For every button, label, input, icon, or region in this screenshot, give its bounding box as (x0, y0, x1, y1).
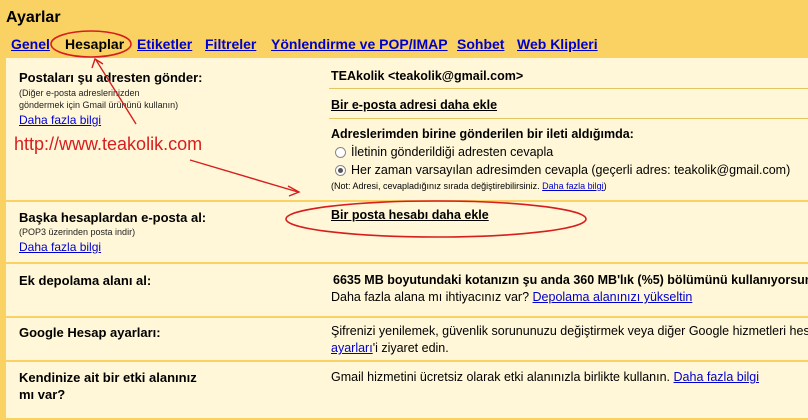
domain-text: Gmail hizmetini ücretsiz olarak etki ala… (331, 370, 671, 384)
pop-label: Başka hesaplardan e-posta al: (19, 210, 207, 225)
send-as-label: Postaları şu adresten gönder: (19, 70, 203, 85)
send-as-row: Postaları şu adresten gönder: (Diğer e-p… (6, 58, 808, 200)
domain-line: Gmail hizmetini ücretsiz olarak etki ala… (331, 370, 759, 384)
reply-option2-label: Her zaman varsayılan adresimden cevapla … (351, 163, 791, 177)
tab-filters[interactable]: Filtreler (205, 36, 256, 52)
pop-more-info-link[interactable]: Daha fazla bilgi (19, 240, 101, 254)
reply-note-more-info-link[interactable]: Daha fazla bilgi (542, 181, 604, 191)
google-account-text2: 'i ziyaret edin. (372, 341, 449, 355)
tab-chat[interactable]: Sohbet (457, 36, 504, 52)
domain-row: Kendinize ait bir etki alanınız mı var? … (6, 360, 808, 420)
reply-note-text: (Not: Adresi, cevapladığınız sırada deği… (331, 181, 540, 191)
storage-label: Ek depolama alanı al: (19, 273, 152, 288)
storage-row: Ek depolama alanı al: 6635 MB boyutundak… (6, 262, 808, 318)
reply-from-sent-address-radio[interactable] (335, 147, 346, 158)
reply-option1-label: İletinin gönderildiği adresten cevapla (351, 145, 554, 159)
tab-accounts[interactable]: Hesaplar (65, 36, 124, 52)
storage-question: Daha fazla alana mı ihtiyacınız var? (331, 290, 530, 304)
google-account-label: Google Hesap ayarları: (19, 325, 161, 340)
storage-question-line: Daha fazla alana mı ihtiyacınız var? Dep… (331, 290, 692, 304)
reply-heading: Adreslerimden birine gönderilen bir ilet… (331, 127, 634, 141)
pop-row: Başka hesaplardan e-posta al: (POP3 üzer… (6, 200, 808, 264)
reply-note: (Not: Adresi, cevapladığınız sırada deği… (331, 181, 607, 191)
send-as-address: TEAkolik <teakolik@gmail.com> (331, 69, 524, 83)
reply-note-end: ) (603, 181, 607, 191)
tab-labels[interactable]: Etiketler (137, 36, 192, 52)
watermark-text: http://www.teakolik.com (14, 134, 203, 154)
tab-web-clips[interactable]: Web Klipleri (517, 36, 598, 52)
add-mail-account-link[interactable]: Bir posta hesabı daha ekle (331, 208, 489, 222)
pop-hint: (POP3 üzerinden posta indir) (19, 227, 136, 237)
storage-usage: 6635 MB boyutundaki kotanızın şu anda 36… (333, 273, 808, 287)
reply-from-default-radio[interactable] (335, 165, 346, 176)
page-title: Ayarlar (6, 9, 61, 26)
google-account-line2: ayarları'i ziyaret edin. (331, 341, 449, 355)
account-settings-link[interactable]: ayarları (331, 341, 373, 355)
domain-label-line2: mı var? (19, 387, 66, 402)
send-as-more-info-link[interactable]: Daha fazla bilgi (19, 113, 101, 127)
send-as-hint-line2: göndermek için Gmail ürününü kullanın) (19, 100, 179, 110)
google-account-text1: Şifrenizi yenilemek, güvenlik sorununuzu… (331, 324, 808, 338)
google-account-row: Google Hesap ayarları: Şifrenizi yenilem… (6, 316, 808, 362)
add-email-address-link[interactable]: Bir e-posta adresi daha ekle (331, 98, 497, 112)
send-as-hint-line1: (Diğer e-posta adreslerinizden (19, 88, 140, 98)
divider (329, 88, 808, 89)
settings-panel: Postaları şu adresten gönder: (Diğer e-p… (6, 58, 808, 418)
tab-forwarding-pop-imap[interactable]: Yönlendirme ve POP/IMAP (271, 36, 448, 52)
upgrade-storage-link[interactable]: Depolama alanınızı yükseltin (533, 290, 693, 304)
divider (329, 118, 808, 119)
tab-general[interactable]: Genel (11, 36, 50, 52)
domain-label-line1: Kendinize ait bir etki alanınız (19, 370, 197, 385)
domain-more-info-link[interactable]: Daha fazla bilgi (674, 370, 759, 384)
